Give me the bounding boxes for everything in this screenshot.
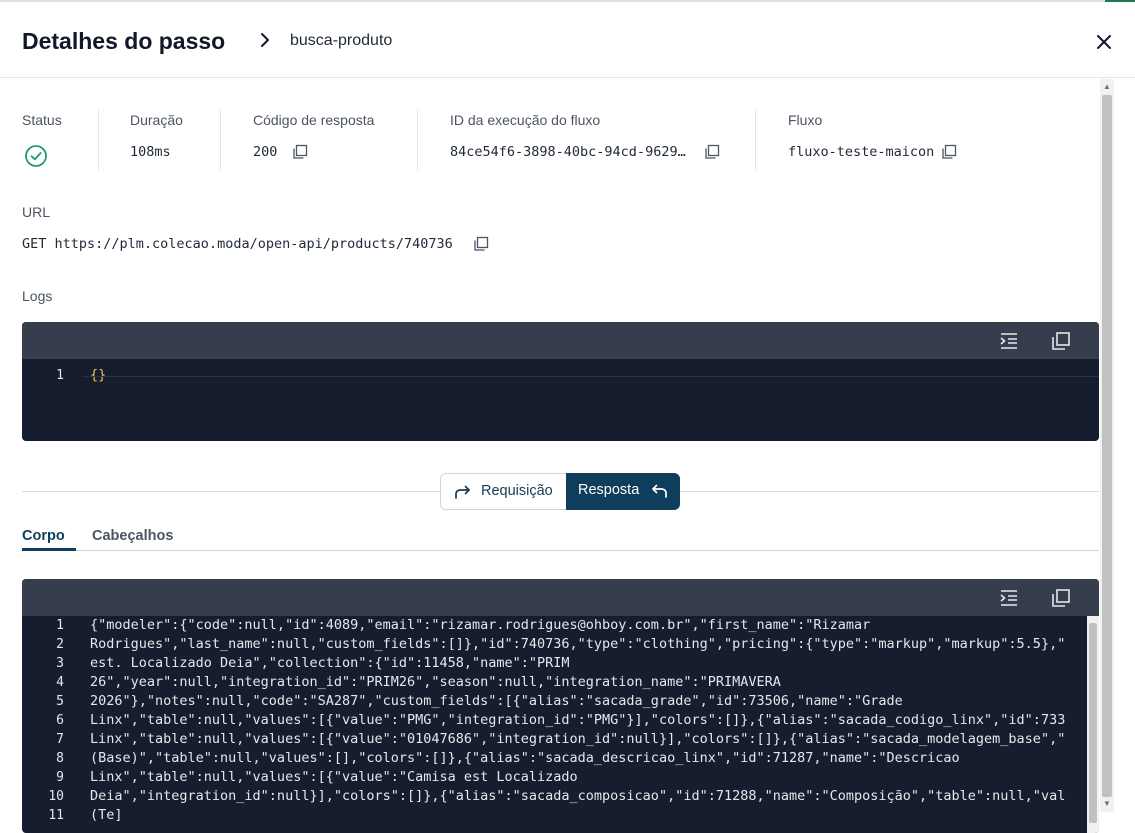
- undo-arrow-icon: [652, 484, 667, 498]
- line-number: 2: [56, 637, 64, 652]
- logs-code-panel: 1 {}: [22, 322, 1099, 441]
- flow-value: fluxo-teste-maicon: [788, 144, 935, 160]
- code-line: {"modeler":{"code":null,"id":4089,"email…: [90, 617, 871, 633]
- tab-body[interactable]: Corpo: [22, 528, 65, 544]
- request-toggle-label: Requisição: [481, 483, 553, 499]
- response-code-value: 200: [253, 144, 278, 160]
- code-line: 26","year":null,"integration_id":"PRIM26…: [90, 674, 781, 690]
- line-number: 5: [56, 694, 64, 709]
- line-number: 11: [48, 808, 64, 823]
- code-line: est. Localizado Deia","collection":{"id"…: [90, 655, 570, 671]
- line-number: 1: [56, 618, 64, 633]
- code-line: (Te]: [90, 807, 123, 823]
- line-number: 8: [56, 751, 64, 766]
- divider: [220, 110, 221, 170]
- close-icon[interactable]: [1093, 31, 1115, 53]
- copy-icon[interactable]: [1051, 588, 1071, 608]
- execution-id-value: 84ce54f6-3898-40bc-94cd-9629…: [450, 144, 686, 160]
- url-label: URL: [22, 204, 51, 220]
- copy-icon[interactable]: [704, 144, 720, 160]
- code-line: Linx","table":null,"values":[{"value":"P…: [90, 712, 1066, 728]
- response-toggle-button[interactable]: Resposta: [566, 473, 680, 510]
- divider: [22, 491, 440, 492]
- tab-active-indicator: [22, 548, 76, 551]
- active-line-border: [82, 376, 1099, 377]
- redo-arrow-icon: [455, 485, 470, 499]
- logs-label: Logs: [22, 288, 53, 304]
- line-number: 9: [56, 770, 64, 785]
- tab-headers[interactable]: Cabeçalhos: [92, 528, 173, 544]
- request-toggle-button[interactable]: Requisição: [440, 473, 566, 510]
- breadcrumb-step: busca-produto: [290, 32, 393, 49]
- tabs-underline: [22, 550, 1099, 551]
- status-label: Status: [22, 112, 62, 128]
- check-circle-icon: [25, 145, 47, 167]
- page-scrollbar-thumb[interactable]: [1102, 95, 1112, 797]
- code-line: {}: [90, 367, 107, 383]
- copy-icon[interactable]: [292, 144, 308, 160]
- response-code-label: Código de resposta: [253, 112, 375, 128]
- copy-icon[interactable]: [1051, 331, 1071, 351]
- format-icon[interactable]: [999, 331, 1019, 351]
- code-line: Deia","integration_id":null}],"colors":[…: [90, 788, 1066, 804]
- divider: [755, 110, 756, 170]
- divider: [417, 110, 418, 170]
- divider: [680, 491, 1099, 492]
- chevron-right-icon: [261, 33, 269, 47]
- line-number: 6: [56, 713, 64, 728]
- code-line: (Base)","table":null,"values":[],"colors…: [90, 750, 960, 766]
- line-number: 3: [56, 656, 64, 671]
- dialog-header: Detalhes do passo busca-produto: [0, 2, 1135, 78]
- code-line: 2026"},"notes":null,"code":"SA287","cust…: [90, 693, 903, 709]
- flow-label: Fluxo: [788, 112, 823, 128]
- format-icon[interactable]: [999, 588, 1019, 608]
- code-toolbar: [22, 579, 1099, 616]
- divider: [98, 110, 99, 170]
- line-number: 1: [56, 368, 64, 383]
- execution-id-label: ID da execução do fluxo: [450, 112, 601, 128]
- scroll-up-arrow-icon[interactable]: ▲: [1103, 82, 1111, 91]
- code-toolbar: [22, 322, 1099, 359]
- code-line: Rodrigues","last_name":null,"custom_fiel…: [90, 636, 1066, 652]
- line-number: 4: [56, 675, 64, 690]
- copy-icon[interactable]: [473, 236, 489, 252]
- copy-icon[interactable]: [941, 144, 957, 160]
- line-number: 10: [48, 789, 64, 804]
- code-line: Linx","table":null,"values":[{"value":"C…: [90, 769, 578, 785]
- scroll-down-arrow-icon[interactable]: ▼: [1103, 799, 1111, 808]
- body-code-panel: 1 {"modeler":{"code":null,"id":4089,"emai…: [22, 579, 1099, 833]
- url-value: GET https://plm.colecao.moda/open-api/pr…: [22, 236, 453, 252]
- code-line: Linx","table":null,"values":[{"value":"0…: [90, 731, 1066, 747]
- duration-label: Duração: [130, 112, 183, 128]
- response-toggle-label: Resposta: [578, 482, 640, 498]
- duration-value: 108ms: [130, 144, 171, 160]
- dialog-content: Status Duração 108ms Código de resposta …: [0, 79, 1100, 833]
- dialog-title: Detalhes do passo: [22, 28, 226, 54]
- line-number: 7: [56, 732, 64, 747]
- code-scrollbar-thumb[interactable]: [1089, 623, 1097, 823]
